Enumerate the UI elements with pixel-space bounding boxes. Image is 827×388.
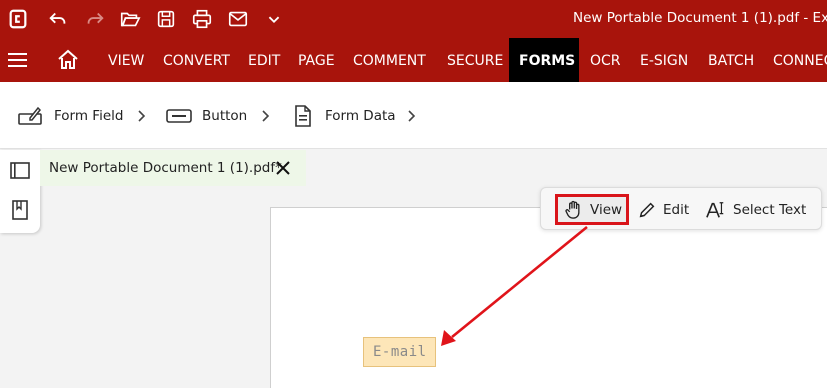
edit-mode-label: Edit bbox=[663, 201, 690, 218]
form-data-label: Form Data bbox=[325, 108, 396, 124]
forms-toolbar: Form Field Button Form Data bbox=[0, 82, 827, 149]
select-text-button[interactable]: Select Text bbox=[705, 194, 806, 225]
chevron-right-icon bbox=[406, 108, 416, 122]
form-field-button[interactable]: Form Field bbox=[18, 104, 123, 128]
home-icon[interactable] bbox=[56, 48, 80, 72]
button-tool-label: Button bbox=[202, 108, 248, 124]
view-mode-label: View bbox=[590, 201, 623, 218]
email-icon[interactable] bbox=[226, 7, 250, 31]
ribbon-tab-bar: VIEW CONVERT EDIT PAGE COMMENT SECURE FO… bbox=[0, 38, 827, 82]
email-form-field[interactable]: E-mail bbox=[363, 337, 436, 367]
tab-view[interactable]: VIEW bbox=[98, 38, 154, 82]
tab-convert[interactable]: CONVERT bbox=[153, 38, 240, 82]
chevron-down-icon[interactable] bbox=[262, 7, 286, 31]
view-mode-button[interactable]: View bbox=[555, 194, 629, 225]
form-data-button[interactable]: Form Data bbox=[289, 104, 396, 128]
title-bar: New Portable Document 1 (1).pdf - Exp bbox=[0, 0, 827, 38]
window-title: New Portable Document 1 (1).pdf - Exp bbox=[573, 10, 827, 26]
close-icon[interactable] bbox=[274, 159, 292, 177]
chevron-right-icon bbox=[136, 108, 146, 122]
tab-connect[interactable]: CONNEC bbox=[763, 38, 827, 82]
button-tool-button[interactable]: Button bbox=[166, 104, 247, 128]
app-logo-icon bbox=[6, 7, 30, 31]
tab-comment[interactable]: COMMENT bbox=[343, 38, 436, 82]
edit-mode-button[interactable]: Edit bbox=[637, 194, 689, 225]
mode-toolbar: View Edit Select Text bbox=[540, 187, 822, 230]
tab-forms[interactable]: FORMS bbox=[509, 38, 579, 82]
tab-batch[interactable]: BATCH bbox=[698, 38, 764, 82]
app-window: New Portable Document 1 (1).pdf - Exp VI… bbox=[0, 0, 827, 388]
redo-icon[interactable] bbox=[83, 7, 107, 31]
document-page[interactable] bbox=[270, 207, 827, 388]
form-field-label: Form Field bbox=[54, 108, 124, 124]
select-text-label: Select Text bbox=[733, 201, 807, 218]
left-side-rail bbox=[0, 150, 40, 233]
pencil-icon bbox=[639, 202, 655, 217]
tab-edit[interactable]: EDIT bbox=[238, 38, 290, 82]
tab-ocr[interactable]: OCR bbox=[580, 38, 631, 82]
button-icon bbox=[166, 109, 192, 123]
save-icon[interactable] bbox=[154, 7, 178, 31]
text-select-icon bbox=[706, 201, 724, 218]
tab-page[interactable]: PAGE bbox=[288, 38, 345, 82]
chevron-right-icon bbox=[260, 108, 270, 122]
bookmark-icon[interactable] bbox=[9, 199, 31, 221]
document-tab-label: New Portable Document 1 (1).pdf* bbox=[49, 160, 282, 176]
tab-e-sign[interactable]: E-SIGN bbox=[630, 38, 698, 82]
document-tab[interactable]: New Portable Document 1 (1).pdf* bbox=[40, 150, 306, 186]
panel-toggle-icon[interactable] bbox=[9, 160, 31, 182]
form-data-icon bbox=[295, 105, 311, 127]
open-folder-icon[interactable] bbox=[118, 7, 142, 31]
form-field-icon bbox=[18, 106, 42, 125]
print-icon[interactable] bbox=[190, 7, 214, 31]
hamburger-menu-icon[interactable] bbox=[8, 51, 28, 69]
tab-secure[interactable]: SECURE bbox=[437, 38, 513, 82]
hand-icon bbox=[565, 200, 580, 219]
undo-icon[interactable] bbox=[46, 7, 70, 31]
